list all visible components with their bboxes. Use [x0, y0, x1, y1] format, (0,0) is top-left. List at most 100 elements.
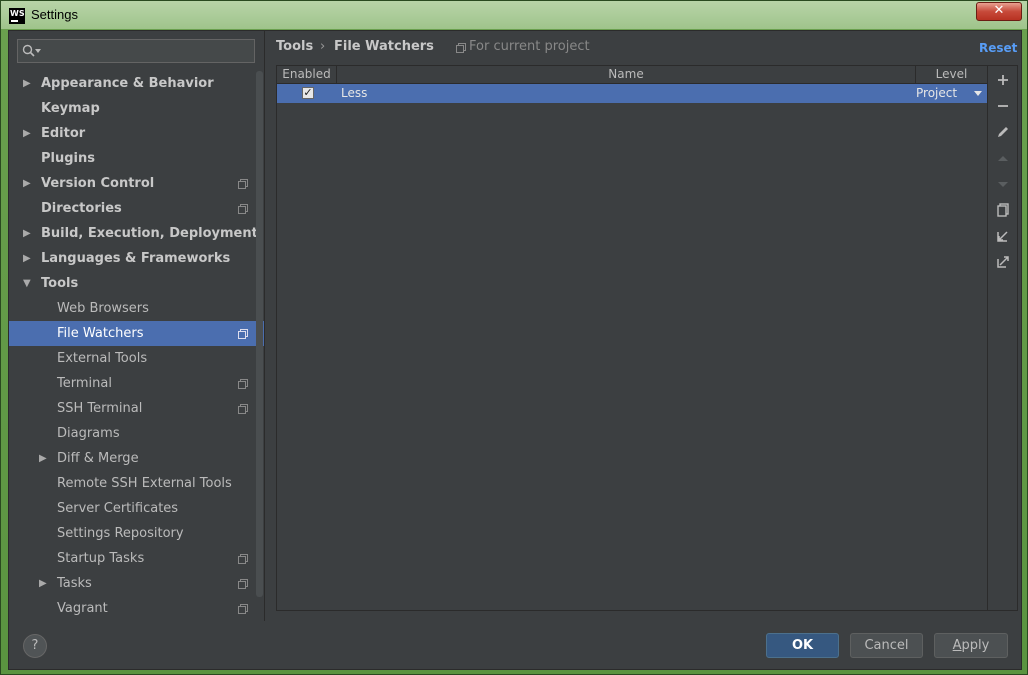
edit-button[interactable]: [994, 123, 1012, 141]
sidebar-item-tools[interactable]: ▼ Tools: [9, 271, 264, 296]
chevron-down-icon[interactable]: [974, 91, 982, 96]
watcher-name: Less: [341, 86, 368, 100]
project-scope-icon: [238, 404, 248, 414]
enabled-checkbox[interactable]: ✓: [302, 87, 314, 99]
remove-button[interactable]: [994, 97, 1012, 115]
sidebar-item-label: Diff & Merge: [57, 451, 139, 466]
sidebar-item-label: Diagrams: [57, 426, 120, 441]
sidebar-item-web-browsers[interactable]: Web Browsers: [9, 296, 264, 321]
search-options-chevron-icon[interactable]: [35, 49, 41, 53]
table-row[interactable]: ✓ Less Project: [277, 84, 987, 103]
edit-icon: [998, 127, 1008, 137]
sidebar-item-keymap[interactable]: Keymap: [9, 96, 264, 121]
search-field[interactable]: [17, 39, 255, 63]
breadcrumb-current: File Watchers: [334, 39, 434, 54]
add-button[interactable]: [994, 71, 1012, 89]
project-scope-icon: [238, 604, 248, 614]
sidebar-item-label: Version Control: [41, 176, 155, 191]
project-scope-icon: [238, 179, 248, 189]
sidebar-item-label: Remote SSH External Tools: [57, 476, 232, 491]
cancel-button[interactable]: Cancel: [850, 633, 923, 658]
apply-button[interactable]: Apply: [934, 633, 1008, 658]
sidebar-item-file-watchers[interactable]: File Watchers: [9, 321, 264, 346]
close-button[interactable]: ✕: [976, 2, 1022, 21]
sidebar-item-build-execution-deployment[interactable]: ▶ Build, Execution, Deployment: [9, 221, 264, 246]
title-bar[interactable]: WS Settings ✕: [1, 1, 1027, 30]
copy-icon: [997, 203, 1009, 217]
move-up-button[interactable]: [994, 150, 1012, 168]
project-scope-icon: [238, 329, 248, 339]
copy-button[interactable]: [994, 201, 1012, 219]
help-button[interactable]: ?: [23, 634, 47, 658]
apply-mnemonic: A: [952, 638, 962, 653]
sidebar-item-label: External Tools: [57, 351, 148, 366]
chevron-right-icon[interactable]: ▶: [39, 571, 47, 596]
column-header-enabled[interactable]: Enabled: [277, 66, 337, 83]
table-header: Enabled Name Level: [277, 66, 987, 84]
sidebar-item-plugins[interactable]: Plugins: [9, 146, 264, 171]
move-down-button[interactable]: [994, 175, 1012, 193]
sidebar-item-label: Server Certificates: [57, 501, 179, 516]
sidebar-item-label: File Watchers: [57, 326, 144, 341]
table-toolbar: [987, 66, 1018, 610]
sidebar-item-label: Vagrant: [57, 601, 108, 616]
project-scope-icon: [238, 204, 248, 214]
settings-sidebar: ▶ Appearance & Behavior Keymap ▶ Editor Plugi…: [9, 31, 265, 621]
import-icon: [997, 231, 1008, 242]
sidebar-item-appearance-behavior[interactable]: ▶ Appearance & Behavior: [9, 71, 264, 96]
sidebar-item-label: Plugins: [41, 151, 95, 166]
search-icon[interactable]: [22, 44, 36, 58]
export-icon: [997, 256, 1009, 268]
breadcrumb-separator: ›: [320, 39, 326, 54]
sidebar-item-label: Tools: [41, 276, 79, 291]
chevron-right-icon[interactable]: ▶: [39, 446, 47, 471]
chevron-right-icon[interactable]: ▶: [23, 221, 31, 246]
reset-link[interactable]: Reset: [979, 41, 1017, 55]
export-button[interactable]: [994, 253, 1012, 271]
scope-label: For current project: [469, 39, 590, 54]
breadcrumb-parent[interactable]: Tools: [276, 39, 313, 54]
chevron-down-icon[interactable]: ▼: [23, 271, 31, 296]
file-watchers-table: Enabled Name Level ✓ Less Project: [277, 66, 987, 610]
sidebar-item-label: Web Browsers: [57, 301, 149, 316]
remove-icon: [998, 105, 1008, 107]
watcher-level-select[interactable]: Project: [916, 84, 957, 103]
sidebar-item-diff-merge[interactable]: ▶ Diff & Merge: [9, 446, 264, 471]
project-scope-icon: [238, 554, 248, 564]
sidebar-item-terminal[interactable]: Terminal: [9, 371, 264, 396]
sidebar-item-remote-ssh-external-tools[interactable]: Remote SSH External Tools: [9, 471, 264, 496]
chevron-right-icon[interactable]: ▶: [23, 71, 31, 96]
chevron-right-icon[interactable]: ▶: [23, 171, 31, 196]
window-title: Settings: [31, 7, 78, 22]
sidebar-item-startup-tasks[interactable]: Startup Tasks: [9, 546, 264, 571]
column-header-name[interactable]: Name: [337, 66, 916, 83]
project-scope-icon: [238, 379, 248, 389]
sidebar-item-directories[interactable]: Directories: [9, 196, 264, 221]
sidebar-item-label: Build, Execution, Deployment: [41, 226, 258, 241]
move-up-icon: [998, 156, 1008, 161]
sidebar-item-diagrams[interactable]: Diagrams: [9, 421, 264, 446]
project-scope-icon: [456, 43, 466, 53]
sidebar-item-languages-frameworks[interactable]: ▶ Languages & Frameworks: [9, 246, 264, 271]
column-header-level[interactable]: Level: [916, 66, 987, 83]
file-watchers-panel: Enabled Name Level ✓ Less Project: [276, 65, 1018, 611]
sidebar-item-vagrant[interactable]: Vagrant: [9, 596, 264, 621]
sidebar-item-tasks[interactable]: ▶ Tasks: [9, 571, 264, 596]
sidebar-item-label: Editor: [41, 126, 86, 141]
chevron-right-icon[interactable]: ▶: [23, 121, 31, 146]
add-icon: [998, 75, 1008, 85]
sidebar-item-version-control[interactable]: ▶ Version Control: [9, 171, 264, 196]
ok-button[interactable]: OK: [766, 633, 839, 658]
sidebar-item-label: Keymap: [41, 101, 100, 116]
sidebar-item-server-certificates[interactable]: Server Certificates: [9, 496, 264, 521]
import-button[interactable]: [994, 227, 1012, 245]
settings-window: WS Settings ✕ ▶ Appearance & Behavior Keym…: [0, 0, 1028, 675]
sidebar-item-external-tools[interactable]: External Tools: [9, 346, 264, 371]
sidebar-item-editor[interactable]: ▶ Editor: [9, 121, 264, 146]
sidebar-scrollbar[interactable]: [256, 71, 263, 597]
chevron-right-icon[interactable]: ▶: [23, 246, 31, 271]
sidebar-item-settings-repository[interactable]: Settings Repository: [9, 521, 264, 546]
sidebar-item-label: Tasks: [57, 576, 92, 591]
sidebar-item-ssh-terminal[interactable]: SSH Terminal: [9, 396, 264, 421]
webstorm-logo-icon: WS: [9, 8, 25, 24]
